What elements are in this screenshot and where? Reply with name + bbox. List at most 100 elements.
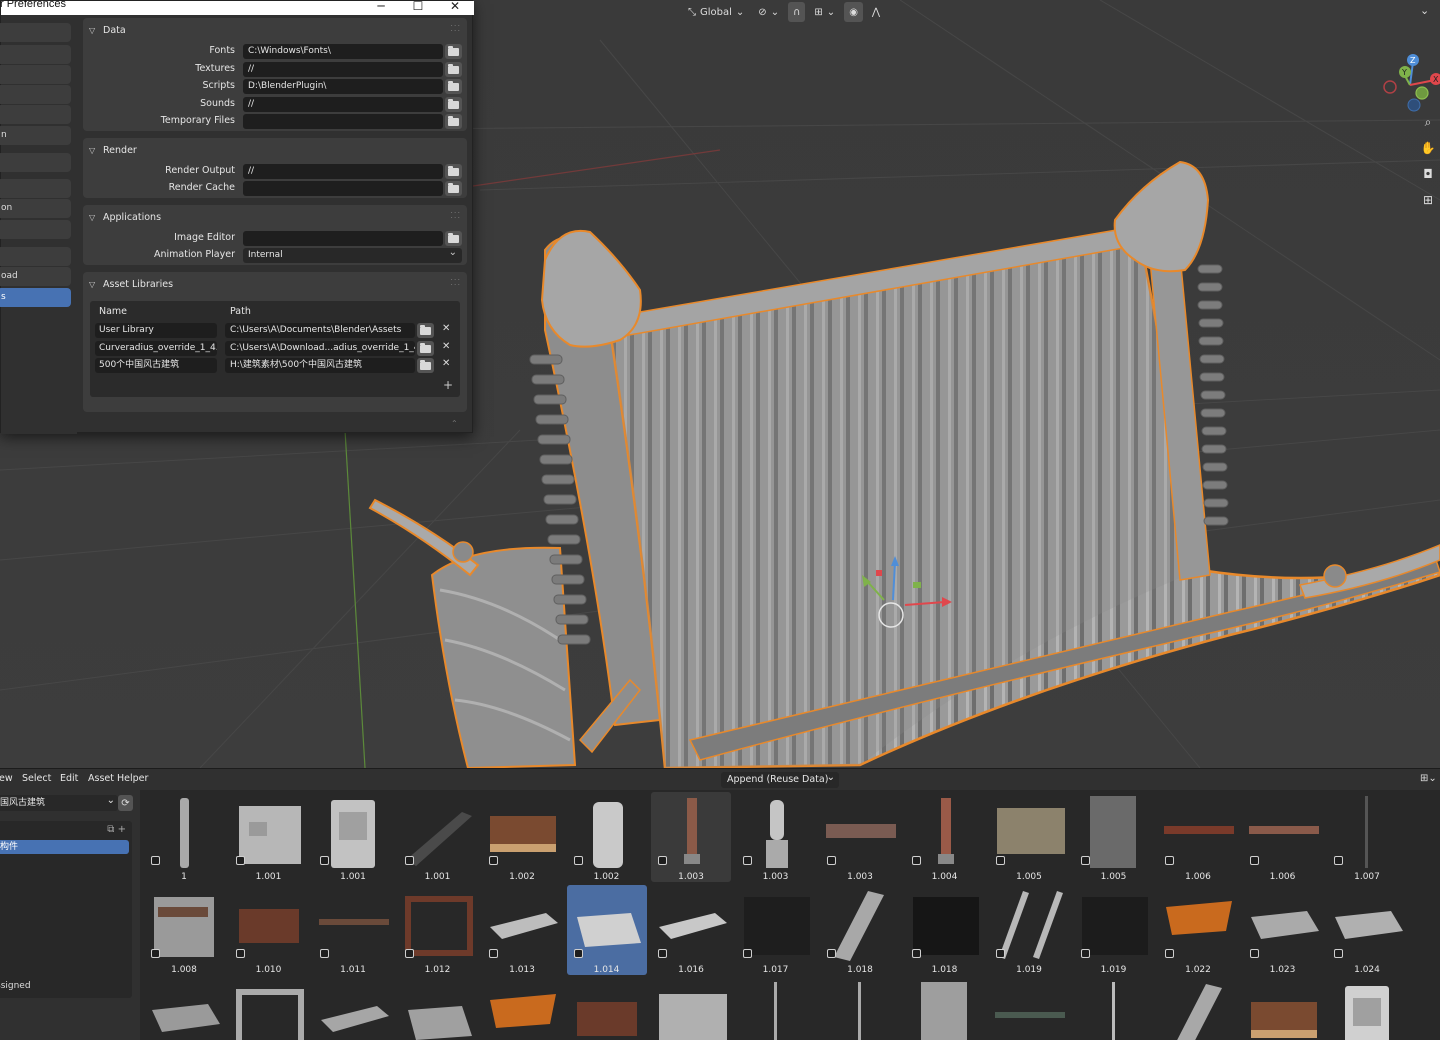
asset-tile[interactable]: 1.006 xyxy=(1243,792,1323,882)
chevron-up-icon[interactable]: ⌃ xyxy=(451,419,458,428)
viewport-overlay-icon[interactable]: ⌄ xyxy=(1420,4,1436,20)
asset-tile[interactable] xyxy=(1327,978,1407,1040)
asset-checkbox[interactable] xyxy=(235,949,245,958)
pan-icon[interactable]: ✋ xyxy=(1418,138,1438,158)
asset-checkbox[interactable] xyxy=(235,856,245,865)
sidebar-item[interactable] xyxy=(0,179,71,198)
asset-tile[interactable]: 1.024 xyxy=(1327,885,1407,975)
asset-checkbox[interactable] xyxy=(742,949,752,958)
asset-tile[interactable]: 1.022 xyxy=(1158,885,1238,975)
asset-checkbox[interactable] xyxy=(573,856,583,865)
asset-tile[interactable]: 1.002 xyxy=(482,792,562,882)
sidebar-item[interactable] xyxy=(0,85,71,104)
folder-browse-button[interactable] xyxy=(417,323,434,338)
drag-handle-icon[interactable]: ⁚⁚⁚ xyxy=(450,24,461,33)
asset-tile[interactable]: 1.003 xyxy=(820,792,900,882)
remove-library-icon[interactable]: ✕ xyxy=(442,323,450,334)
zoom-icon[interactable]: ⌕ xyxy=(1418,112,1438,132)
snap-toggle[interactable]: ∩ xyxy=(788,2,806,22)
asset-tile[interactable]: 1.013 xyxy=(482,885,562,975)
library-name-field[interactable]: User Library xyxy=(95,323,217,338)
asset-checkbox[interactable] xyxy=(1334,949,1343,958)
folder-browse-button[interactable] xyxy=(445,164,462,179)
folder-browse-button[interactable] xyxy=(445,97,462,112)
asset-tile[interactable]: 1.018 xyxy=(905,885,985,975)
sidebar-item[interactable] xyxy=(0,153,71,172)
asset-tile[interactable]: 1.005 xyxy=(1074,792,1154,882)
library-name-field[interactable]: Curveradius_override_1_4... xyxy=(95,341,217,356)
sidebar-item[interactable] xyxy=(0,23,71,42)
asset-tile[interactable] xyxy=(398,978,478,1040)
folder-browse-button[interactable] xyxy=(417,358,434,373)
asset-tile[interactable]: 1.001 xyxy=(229,792,309,882)
path-field[interactable]: // xyxy=(243,97,443,112)
image-editor-field[interactable] xyxy=(243,231,443,246)
menu-view[interactable]: ew xyxy=(0,773,13,784)
asset-tile[interactable]: 1.004 xyxy=(905,792,985,882)
asset-checkbox[interactable] xyxy=(827,856,836,865)
asset-tile[interactable] xyxy=(144,978,224,1040)
transform-orientation-dropdown[interactable]: ⤡ Global ⌄ xyxy=(683,2,749,22)
sidebar-item[interactable] xyxy=(0,45,71,64)
section-header[interactable]: ▽ Applications xyxy=(89,210,161,224)
drag-handle-icon[interactable]: ⁚⁚⁚ xyxy=(450,278,461,287)
close-icon[interactable]: ✕ xyxy=(437,0,473,15)
asset-checkbox[interactable] xyxy=(404,856,414,865)
sidebar-item[interactable]: oad xyxy=(0,267,71,286)
asset-tile[interactable] xyxy=(989,978,1069,1040)
import-method-dropdown[interactable]: Append (Reuse Data) xyxy=(721,770,839,788)
library-path-field[interactable]: C:\Users\A\Download...adius_override_1_4… xyxy=(225,341,415,356)
path-field[interactable]: C:\Windows\Fonts\ xyxy=(243,44,443,59)
section-header[interactable]: ▽ Data xyxy=(89,23,126,37)
refresh-icon[interactable]: ⟳ xyxy=(118,795,133,811)
grid-icon[interactable]: ⊞ xyxy=(1418,190,1438,210)
path-field[interactable]: D:\BlenderPlugin\ xyxy=(243,79,443,94)
add-library-button[interactable]: + xyxy=(443,378,453,392)
animation-player-dropdown[interactable]: Internal xyxy=(243,248,462,263)
asset-checkbox[interactable] xyxy=(573,949,583,958)
display-mode-icon[interactable]: ⊞⌄ xyxy=(1420,773,1437,785)
menu-asset-helper[interactable]: Asset Helper xyxy=(88,773,148,784)
asset-tile[interactable] xyxy=(1074,978,1154,1040)
snap-target-dropdown[interactable]: ⊞ ⌄ xyxy=(809,2,840,22)
asset-checkbox[interactable] xyxy=(1165,949,1174,958)
minimize-icon[interactable]: ─ xyxy=(363,0,399,15)
asset-tile[interactable]: 1.003 xyxy=(651,792,731,882)
asset-tile[interactable]: 1.012 xyxy=(398,885,478,975)
asset-tile[interactable]: 1.019 xyxy=(989,885,1069,975)
asset-tile[interactable]: 1.011 xyxy=(313,885,393,975)
new-catalog-icon[interactable]: ⧉ + xyxy=(107,824,126,835)
path-field[interactable] xyxy=(243,114,443,129)
folder-browse-button[interactable] xyxy=(445,62,462,77)
asset-checkbox[interactable] xyxy=(1080,949,1090,958)
folder-browse-button[interactable] xyxy=(445,114,462,129)
catalog-item-unassigned[interactable]: ssigned xyxy=(0,981,31,991)
camera-icon[interactable]: ◘ xyxy=(1418,164,1438,184)
remove-library-icon[interactable]: ✕ xyxy=(442,358,450,369)
asset-tile[interactable]: 1.001 xyxy=(398,792,478,882)
navigation-gizmo[interactable]: Z Y X xyxy=(1380,50,1440,112)
asset-checkbox[interactable] xyxy=(1249,856,1259,865)
window-titlebar[interactable]: r Preferences ─ ☐ ✕ xyxy=(0,0,474,15)
sidebar-item[interactable] xyxy=(0,65,71,84)
menu-select[interactable]: Select xyxy=(22,773,51,784)
asset-checkbox[interactable] xyxy=(151,949,160,958)
asset-tile[interactable]: 1.014 xyxy=(566,885,647,975)
asset-checkbox[interactable] xyxy=(1080,856,1090,865)
asset-tile[interactable] xyxy=(482,978,562,1040)
menu-edit[interactable]: Edit xyxy=(60,773,78,784)
asset-checkbox[interactable] xyxy=(996,949,1005,958)
asset-checkbox[interactable] xyxy=(1249,949,1259,958)
asset-tile[interactable]: 1.016 xyxy=(651,885,731,975)
library-path-field[interactable]: C:\Users\A\Documents\Blender\Assets xyxy=(225,323,415,338)
asset-tile[interactable]: 1.007 xyxy=(1327,792,1407,882)
path-field[interactable]: // xyxy=(243,62,443,77)
folder-browse-button[interactable] xyxy=(417,341,434,356)
asset-checkbox[interactable] xyxy=(658,856,667,865)
asset-tile[interactable]: 1.001 xyxy=(313,792,393,882)
pivot-point-dropdown[interactable]: ⊘ ⌄ xyxy=(753,2,784,22)
asset-tile[interactable]: 1.010 xyxy=(229,885,309,975)
sidebar-item[interactable] xyxy=(0,105,71,124)
asset-checkbox[interactable] xyxy=(320,856,329,865)
section-header[interactable]: ▽ Asset Libraries xyxy=(89,277,173,291)
